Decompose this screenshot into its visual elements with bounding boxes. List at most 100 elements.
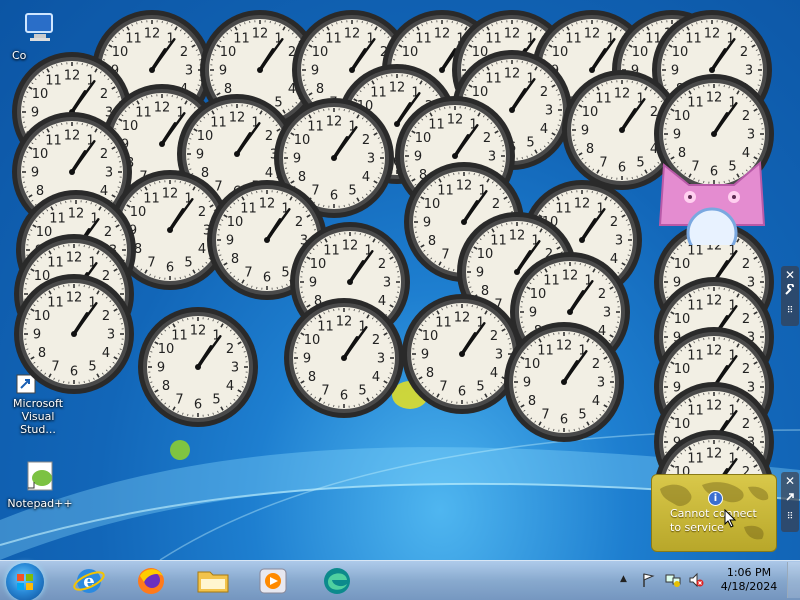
svg-text:6: 6: [618, 161, 626, 176]
network-icon[interactable]: [664, 572, 682, 588]
svg-text:10: 10: [632, 45, 649, 60]
svg-text:11: 11: [595, 92, 612, 107]
svg-text:11: 11: [47, 296, 64, 311]
clock-gadget[interactable]: 121234567891011: [12, 272, 136, 396]
action-center-flag-icon[interactable]: [641, 572, 657, 588]
windows-logo-icon: [17, 574, 33, 590]
notepad-plus-plus-icon: [22, 458, 58, 494]
weather-gadget[interactable]: i Cannot connect to service: [651, 474, 777, 552]
svg-text:12: 12: [252, 27, 269, 42]
taskbar-clock[interactable]: 1:06 PM 4/18/2024: [716, 566, 782, 594]
svg-text:9: 9: [33, 328, 41, 343]
clock-face-icon: 121234567891011: [14, 274, 134, 394]
taskbar-internet-explorer[interactable]: e: [66, 564, 112, 598]
gadget-larger-size-button[interactable]: [781, 490, 799, 508]
svg-text:12: 12: [614, 87, 631, 102]
tray-expand-button[interactable]: ▲: [620, 574, 627, 584]
clock-gadget[interactable]: 121234567891011: [136, 305, 260, 429]
clock-face-icon: 121234567891011: [284, 298, 404, 418]
svg-text:9: 9: [293, 152, 301, 167]
clock-gadget[interactable]: 121234567891011: [282, 296, 406, 420]
svg-text:9: 9: [303, 352, 311, 367]
taskbar-media-player[interactable]: [250, 564, 296, 598]
svg-text:12: 12: [66, 251, 83, 266]
svg-text:10: 10: [582, 105, 599, 120]
svg-text:5: 5: [184, 256, 192, 271]
svg-text:10: 10: [424, 197, 441, 212]
gadget-controls-clock: ✕ ⠿: [781, 266, 799, 326]
svg-text:6: 6: [194, 398, 202, 413]
svg-text:7: 7: [147, 256, 155, 271]
svg-text:2: 2: [742, 257, 750, 272]
svg-text:9: 9: [476, 266, 484, 281]
svg-text:3: 3: [377, 352, 385, 367]
svg-text:2: 2: [378, 257, 386, 272]
svg-text:12: 12: [162, 187, 179, 202]
svg-text:12: 12: [336, 315, 353, 330]
svg-text:7: 7: [541, 408, 549, 423]
svg-text:3: 3: [367, 152, 375, 167]
svg-text:6: 6: [70, 365, 78, 380]
start-button[interactable]: [6, 563, 44, 600]
computer-icon: [22, 10, 58, 46]
desktop-icon-label: Microsoft Visual Stud...: [12, 397, 64, 436]
svg-text:12: 12: [706, 294, 723, 309]
svg-text:12: 12: [562, 269, 579, 284]
svg-text:2: 2: [100, 147, 108, 162]
wrench-icon: [785, 283, 794, 295]
svg-text:11: 11: [415, 32, 432, 47]
svg-text:9: 9: [523, 376, 531, 391]
gadget-close-button[interactable]: ✕: [781, 472, 799, 490]
clock-gadget[interactable]: 121234567891011: [502, 320, 626, 444]
svg-text:4: 4: [226, 379, 234, 394]
svg-text:10: 10: [32, 147, 49, 162]
show-desktop-button[interactable]: [787, 562, 800, 598]
taskbar-date: 4/18/2024: [720, 580, 778, 593]
svg-text:7: 7: [175, 393, 183, 408]
svg-text:9: 9: [157, 361, 165, 376]
svg-text:11: 11: [45, 74, 62, 89]
svg-text:11: 11: [317, 320, 334, 335]
svg-text:9: 9: [196, 148, 204, 163]
svg-text:7: 7: [599, 156, 607, 171]
svg-text:11: 11: [125, 32, 142, 47]
taskbar-file-explorer[interactable]: [190, 564, 236, 598]
svg-text:9: 9: [421, 348, 429, 363]
svg-text:12: 12: [706, 447, 723, 462]
svg-text:11: 11: [490, 234, 507, 249]
svg-text:5: 5: [476, 380, 484, 395]
svg-text:12: 12: [504, 27, 521, 42]
gadget-drag-handle[interactable]: ⠿: [781, 508, 799, 526]
svg-text:10: 10: [672, 45, 689, 60]
desktop-icon-notepad-plus-plus[interactable]: Notepad++: [2, 458, 78, 510]
svg-text:3: 3: [545, 104, 553, 119]
gadget-settings-button[interactable]: [781, 283, 799, 302]
svg-text:9: 9: [423, 216, 431, 231]
svg-text:10: 10: [312, 45, 329, 60]
svg-text:5: 5: [358, 384, 366, 399]
svg-text:2: 2: [483, 131, 491, 146]
svg-text:6: 6: [560, 413, 568, 428]
svg-text:11: 11: [143, 192, 160, 207]
svg-text:11: 11: [428, 118, 445, 133]
volume-muted-icon[interactable]: [688, 572, 704, 588]
svg-text:2: 2: [610, 215, 618, 230]
media-player-icon: [259, 568, 287, 594]
cat-clock-icon[interactable]: [654, 155, 770, 245]
svg-text:7: 7: [244, 266, 252, 281]
gadget-close-button[interactable]: ✕: [781, 266, 799, 284]
svg-text:12: 12: [456, 179, 473, 194]
svg-text:11: 11: [687, 299, 704, 314]
svg-text:11: 11: [307, 120, 324, 135]
svg-text:7: 7: [441, 248, 449, 263]
taskbar-edge[interactable]: [314, 564, 360, 598]
svg-text:3: 3: [231, 361, 239, 376]
svg-text:11: 11: [485, 72, 502, 87]
svg-text:11: 11: [240, 202, 257, 217]
svg-text:12: 12: [704, 27, 721, 42]
svg-text:11: 11: [323, 244, 340, 259]
gadget-drag-handle[interactable]: ⠿: [781, 302, 799, 320]
taskbar-firefox[interactable]: [128, 564, 174, 598]
svg-text:10: 10: [422, 329, 439, 344]
svg-text:10: 10: [415, 131, 432, 146]
